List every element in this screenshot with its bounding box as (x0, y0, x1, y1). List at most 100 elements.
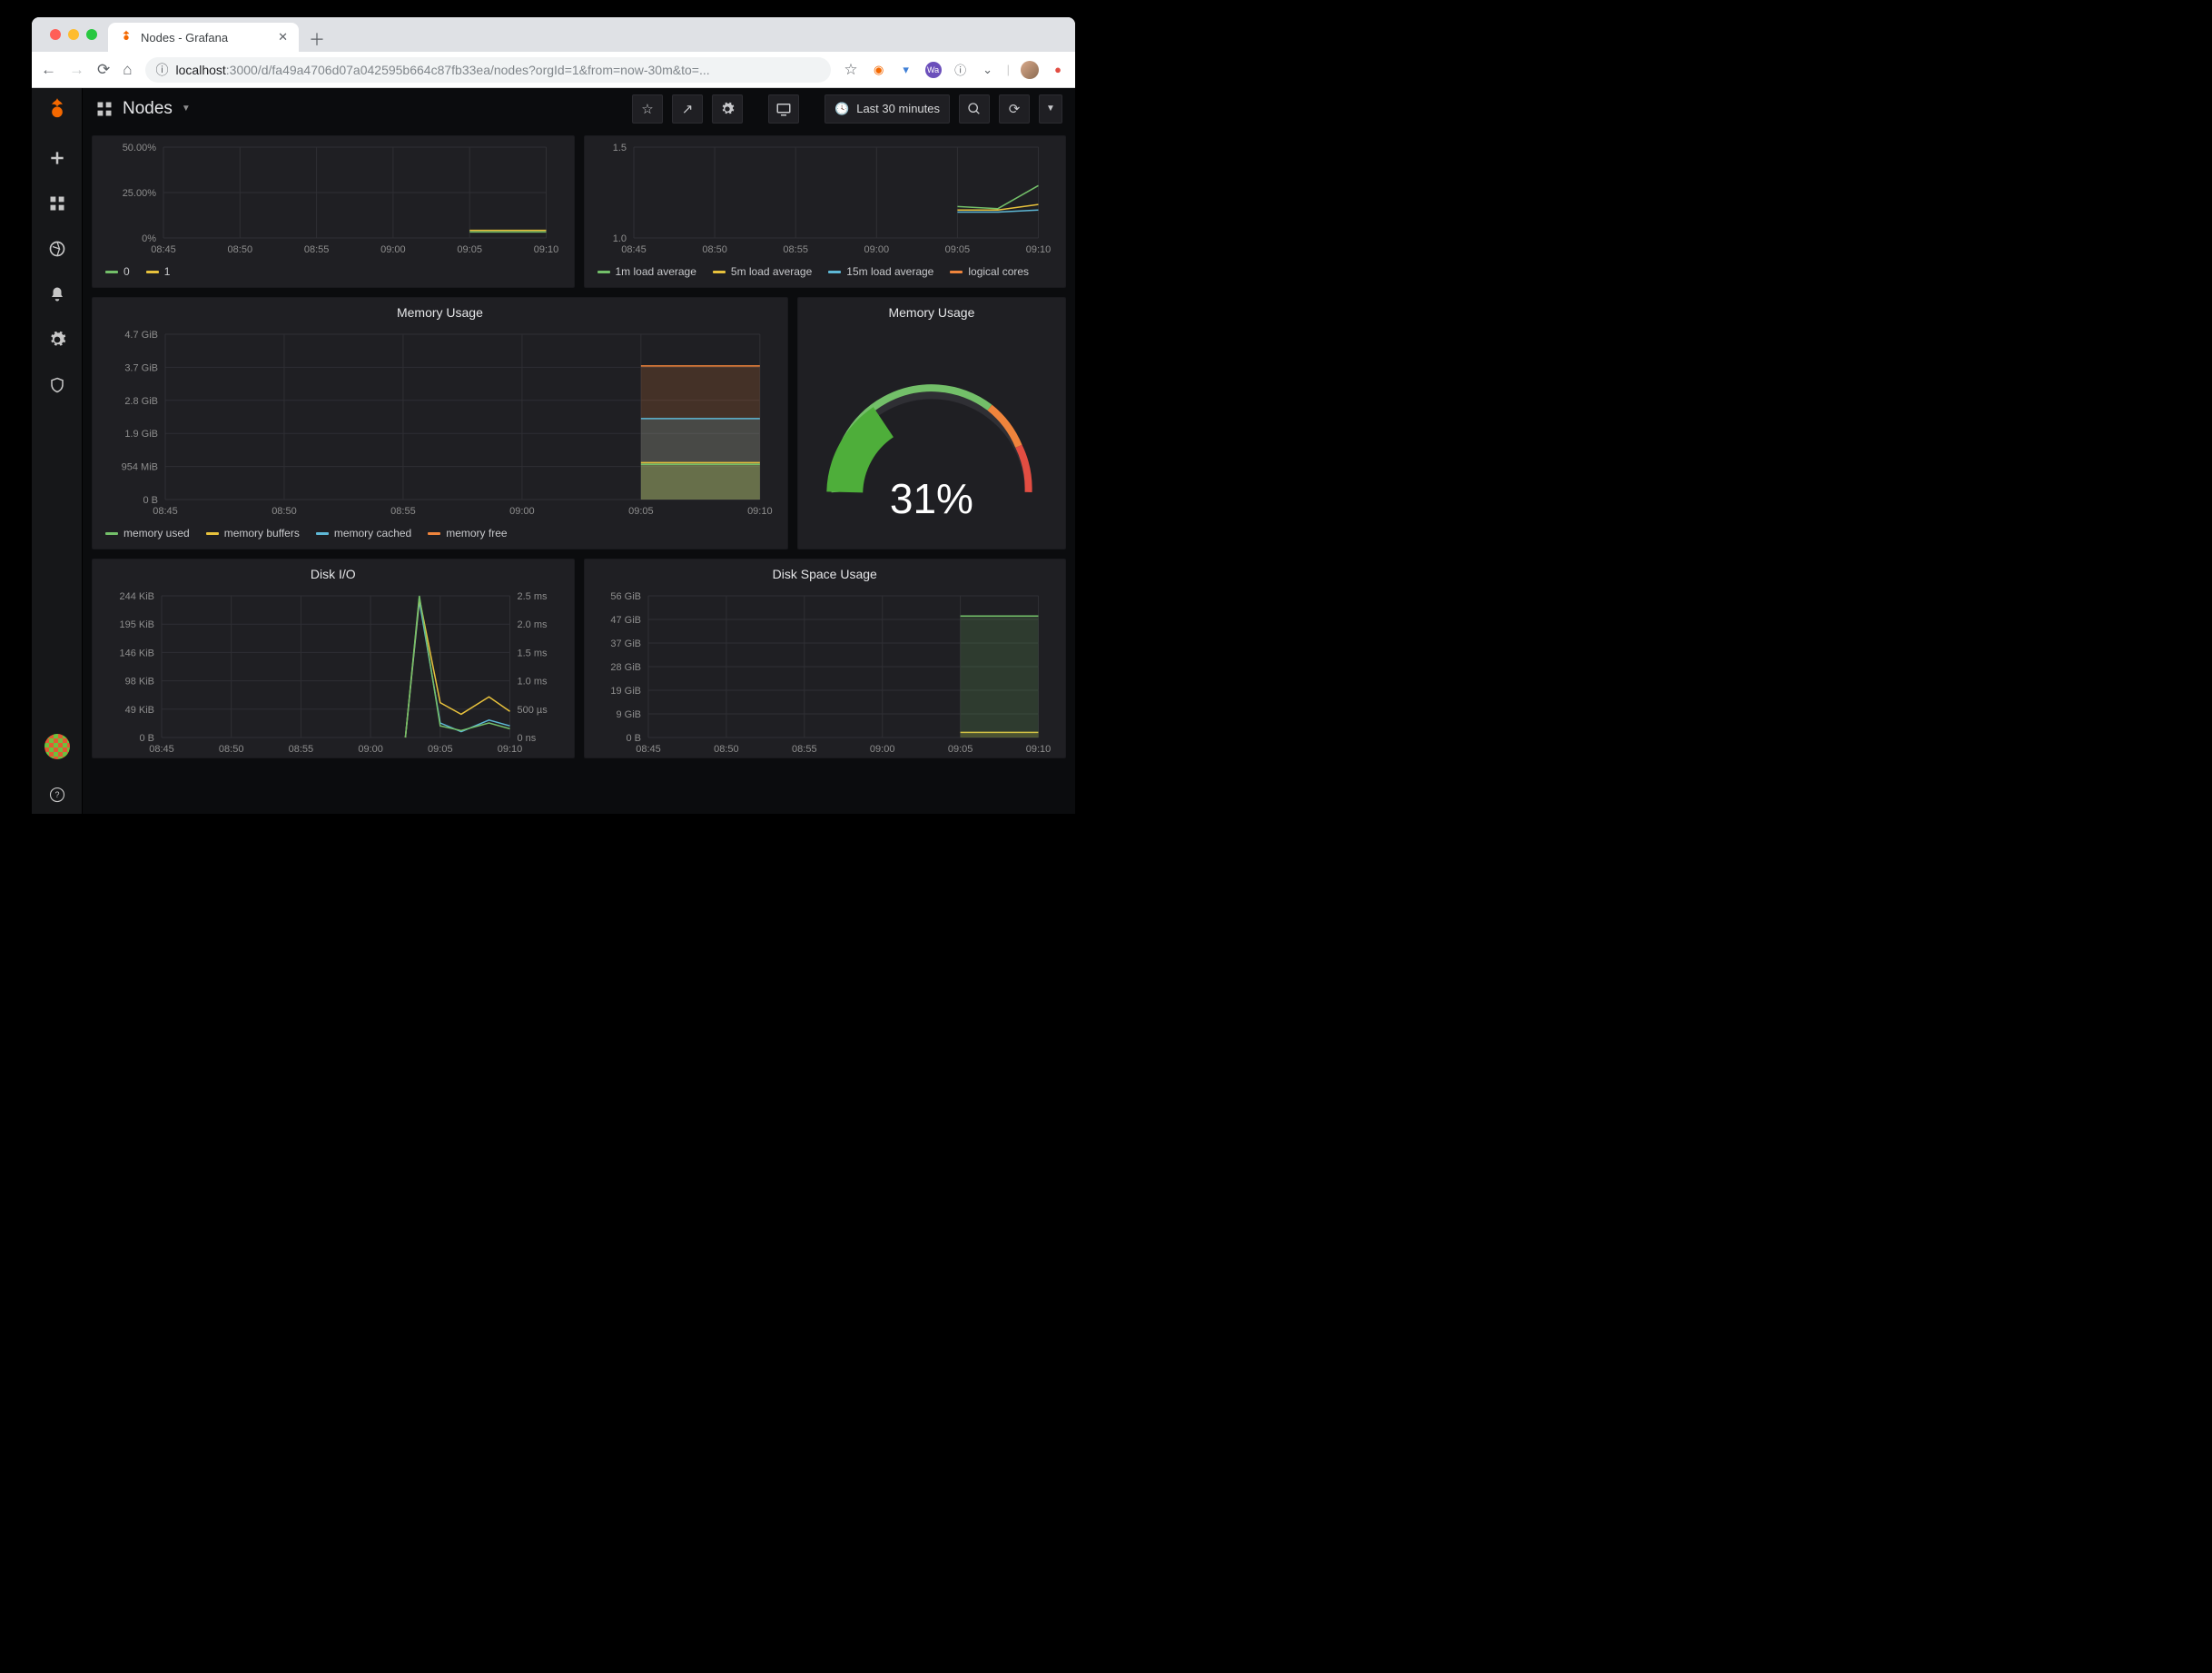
ext-info-icon[interactable]: ⓘ (953, 62, 969, 78)
url-path: :3000/d/fa49a4706d07a042595b664c87fb33ea… (226, 63, 710, 77)
svg-text:500 µs: 500 µs (518, 705, 548, 716)
panel-memory-gauge[interactable]: Memory Usage (797, 297, 1066, 549)
ext-prometheus-icon[interactable]: ▾ (898, 62, 914, 78)
svg-text:37 GiB: 37 GiB (610, 639, 641, 649)
profile-avatar-icon[interactable] (1021, 61, 1039, 79)
chart-cpu: 0%25.00%50.00%08:4508:5008:5509:0009:050… (105, 140, 561, 258)
browser-tab[interactable]: Nodes - Grafana ✕ (108, 23, 299, 52)
legend-item[interactable]: 0 (105, 265, 130, 278)
svg-text:09:05: 09:05 (428, 744, 453, 755)
svg-text:08:45: 08:45 (621, 244, 647, 255)
svg-text:08:50: 08:50 (714, 744, 739, 755)
svg-text:0 B: 0 B (143, 495, 158, 506)
nav-home-icon[interactable]: ⌂ (123, 61, 132, 79)
svg-text:09:10: 09:10 (1025, 744, 1051, 755)
svg-text:1.0 ms: 1.0 ms (518, 677, 548, 688)
svg-text:09:10: 09:10 (1025, 244, 1051, 255)
nav-alerting-icon[interactable] (47, 284, 67, 304)
nav-shield-icon[interactable] (47, 375, 67, 395)
dashboard-settings-button[interactable] (712, 94, 743, 124)
legend-item[interactable]: logical cores (950, 265, 1029, 278)
svg-text:25.00%: 25.00% (123, 188, 157, 199)
refresh-button[interactable]: ⟳ (999, 94, 1030, 124)
chevron-down-icon: ▼ (1046, 104, 1055, 114)
grafana-app: ? Nodes ▼ ☆ ↗ (32, 88, 1075, 814)
browser-tabstrip: Nodes - Grafana ✕ ＋ (32, 17, 1075, 52)
side-nav: ? (32, 88, 83, 814)
svg-text:2.0 ms: 2.0 ms (518, 619, 548, 630)
time-range-picker[interactable]: 🕓 Last 30 minutes (825, 94, 950, 124)
legend-item[interactable]: 15m load average (828, 265, 933, 278)
svg-text:09:00: 09:00 (509, 506, 535, 517)
nav-forward-icon: → (69, 61, 84, 79)
user-avatar-icon[interactable] (44, 734, 70, 759)
share-dashboard-button[interactable]: ↗ (672, 94, 703, 124)
svg-text:0%: 0% (142, 233, 156, 244)
nav-config-icon[interactable] (47, 330, 67, 350)
grafana-logo-icon[interactable] (44, 97, 70, 123)
close-window-button[interactable] (50, 29, 61, 40)
panel-disk-io[interactable]: Disk I/O 0 B49 KiB98 KiB146 KiB195 KiB24… (92, 559, 575, 758)
bookmark-star-icon[interactable]: ☆ (844, 61, 857, 79)
svg-text:08:55: 08:55 (390, 506, 416, 517)
nav-add-icon[interactable] (47, 148, 67, 168)
panel-title: Memory Usage (93, 298, 787, 323)
ext-grafana-icon[interactable]: ◉ (871, 62, 887, 78)
svg-text:50.00%: 50.00% (123, 143, 157, 153)
address-bar[interactable]: ⓘ localhost:3000/d/fa49a4706d07a042595b6… (145, 57, 832, 83)
site-info-icon[interactable]: ⓘ (156, 61, 169, 79)
ext-adblock-icon[interactable]: ● (1050, 62, 1066, 78)
dashboard-topbar: Nodes ▼ ☆ ↗ 🕓 Last 30 minutes (83, 88, 1075, 130)
panel-memory-usage[interactable]: Memory Usage 0 B954 MiB1.9 GiB2.8 GiB3.7… (92, 297, 788, 549)
svg-text:49 KiB: 49 KiB (125, 705, 154, 716)
star-dashboard-button[interactable]: ☆ (632, 94, 663, 124)
svg-text:08:50: 08:50 (228, 244, 253, 255)
new-tab-button[interactable]: ＋ (304, 26, 330, 52)
nav-dashboards-icon[interactable] (47, 193, 67, 213)
svg-text:09:05: 09:05 (628, 506, 654, 517)
svg-text:28 GiB: 28 GiB (610, 662, 641, 673)
svg-text:1.5 ms: 1.5 ms (518, 648, 548, 658)
legend-item[interactable]: memory used (105, 527, 190, 540)
svg-text:146 KiB: 146 KiB (119, 648, 154, 658)
nav-help-icon[interactable]: ? (47, 785, 67, 805)
panel-load[interactable]: 1.01.508:4508:5008:5509:0009:0509:10 1m … (584, 135, 1067, 288)
chart-disk-io: 0 B49 KiB98 KiB146 KiB195 KiB244 KiB0 ns… (105, 589, 561, 757)
svg-text:09:10: 09:10 (498, 744, 523, 755)
legend-item[interactable]: 1 (146, 265, 171, 278)
svg-text:08:50: 08:50 (219, 744, 244, 755)
maximize-window-button[interactable] (86, 29, 97, 40)
cycle-view-button[interactable] (768, 94, 799, 124)
dashboard-title-dropdown[interactable]: Nodes ▼ (95, 99, 191, 119)
ext-wa-icon[interactable]: Wa (925, 62, 942, 78)
svg-text:08:55: 08:55 (304, 244, 330, 255)
nav-explore-icon[interactable] (47, 239, 67, 259)
main-area: Nodes ▼ ☆ ↗ 🕓 Last 30 minutes (83, 88, 1075, 814)
svg-text:08:45: 08:45 (151, 244, 176, 255)
zoom-out-button[interactable] (959, 94, 990, 124)
nav-reload-icon[interactable]: ⟳ (97, 61, 110, 79)
panel-title: Disk Space Usage (585, 559, 1066, 585)
svg-text:56 GiB: 56 GiB (610, 591, 641, 602)
panel-cpu[interactable]: 0%25.00%50.00%08:4508:5008:5509:0009:050… (92, 135, 575, 288)
panel-disk-space[interactable]: Disk Space Usage 0 B9 GiB19 GiB28 GiB37 … (584, 559, 1067, 758)
legend-item[interactable]: memory buffers (206, 527, 300, 540)
svg-text:3.7 GiB: 3.7 GiB (124, 362, 158, 373)
chevron-down-icon: ▼ (182, 104, 191, 114)
legend-item[interactable]: memory free (428, 527, 507, 540)
panel-title: Memory Usage (798, 298, 1065, 323)
chart-memory: 0 B954 MiB1.9 GiB2.8 GiB3.7 GiB4.7 GiB08… (105, 327, 775, 520)
legend-memory: memory used memory buffers memory cached… (93, 520, 787, 549)
minimize-window-button[interactable] (68, 29, 79, 40)
time-range-label: Last 30 minutes (856, 102, 940, 115)
ext-pocket-icon[interactable]: ⌄ (980, 62, 996, 78)
close-tab-icon[interactable]: ✕ (278, 30, 288, 45)
legend-item[interactable]: memory cached (316, 527, 411, 540)
legend-item[interactable]: 1m load average (597, 265, 696, 278)
legend-item[interactable]: 5m load average (713, 265, 812, 278)
refresh-interval-dropdown[interactable]: ▼ (1039, 94, 1062, 124)
svg-text:08:45: 08:45 (636, 744, 661, 755)
legend-load: 1m load average 5m load average 15m load… (585, 258, 1066, 287)
svg-text:08:45: 08:45 (153, 506, 178, 517)
nav-back-icon[interactable]: ← (41, 61, 56, 79)
